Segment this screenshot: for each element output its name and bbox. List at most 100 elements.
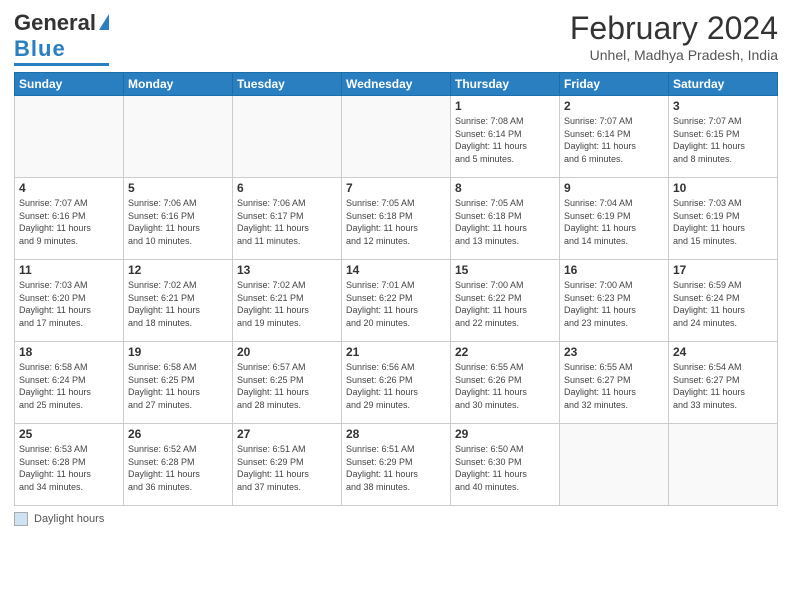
day-info: Sunrise: 7:05 AMSunset: 6:18 PMDaylight:… xyxy=(346,197,446,247)
calendar-cell: 21 Sunrise: 6:56 AMSunset: 6:26 PMDayligh… xyxy=(342,342,451,424)
daylight-box-icon xyxy=(14,512,28,526)
day-number: 25 xyxy=(19,427,119,441)
calendar-cell: 10 Sunrise: 7:03 AMSunset: 6:19 PMDayligh… xyxy=(669,178,778,260)
calendar-cell: 20 Sunrise: 6:57 AMSunset: 6:25 PMDayligh… xyxy=(233,342,342,424)
page: General Blue February 2024 Unhel, Madhya… xyxy=(0,0,792,612)
calendar-cell: 18 Sunrise: 6:58 AMSunset: 6:24 PMDayligh… xyxy=(15,342,124,424)
calendar-cell: 17Sunrise: 6:59 AMSunset: 6:24 PMDayligh… xyxy=(669,260,778,342)
calendar-cell xyxy=(560,424,669,506)
day-info: Sunrise: 7:03 AMSunset: 6:19 PMDaylight:… xyxy=(673,197,773,247)
calendar-cell: 5 Sunrise: 7:06 AMSunset: 6:16 PMDaylight… xyxy=(124,178,233,260)
day-number: 18 xyxy=(19,345,119,359)
day-info: Sunrise: 7:02 AMSunset: 6:21 PMDaylight:… xyxy=(237,279,337,329)
calendar-header-thursday: Thursday xyxy=(451,73,560,96)
location-subtitle: Unhel, Madhya Pradesh, India xyxy=(570,47,778,63)
day-number: 19 xyxy=(128,345,228,359)
day-info: Sunrise: 6:51 AMSunset: 6:29 PMDaylight:… xyxy=(237,443,337,493)
day-info: Sunrise: 7:06 AMSunset: 6:16 PMDaylight:… xyxy=(128,197,228,247)
logo-general: General xyxy=(14,10,96,36)
day-number: 2 xyxy=(564,99,664,113)
logo-triangle-icon xyxy=(99,14,109,30)
day-info: Sunrise: 7:01 AMSunset: 6:22 PMDaylight:… xyxy=(346,279,446,329)
calendar-header-friday: Friday xyxy=(560,73,669,96)
day-number: 4 xyxy=(19,181,119,195)
calendar-cell: 27 Sunrise: 6:51 AMSunset: 6:29 PMDayligh… xyxy=(233,424,342,506)
calendar-cell: 9 Sunrise: 7:04 AMSunset: 6:19 PMDaylight… xyxy=(560,178,669,260)
calendar-header-saturday: Saturday xyxy=(669,73,778,96)
day-info: Sunrise: 6:58 AMSunset: 6:24 PMDaylight:… xyxy=(19,361,119,411)
day-info: Sunrise: 6:55 AMSunset: 6:26 PMDaylight:… xyxy=(455,361,555,411)
day-info: Sunrise: 7:04 AMSunset: 6:19 PMDaylight:… xyxy=(564,197,664,247)
calendar-header-wednesday: Wednesday xyxy=(342,73,451,96)
day-info: Sunrise: 7:02 AMSunset: 6:21 PMDaylight:… xyxy=(128,279,228,329)
header: General Blue February 2024 Unhel, Madhya… xyxy=(14,10,778,66)
day-info: Sunrise: 6:50 AMSunset: 6:30 PMDaylight:… xyxy=(455,443,555,493)
day-info: Sunrise: 7:05 AMSunset: 6:18 PMDaylight:… xyxy=(455,197,555,247)
day-number: 1 xyxy=(455,99,555,113)
week-row-5: 25Sunrise: 6:53 AMSunset: 6:28 PMDayligh… xyxy=(15,424,778,506)
week-row-3: 11 Sunrise: 7:03 AMSunset: 6:20 PMDayligh… xyxy=(15,260,778,342)
calendar-cell: 29 Sunrise: 6:50 AMSunset: 6:30 PMDayligh… xyxy=(451,424,560,506)
day-info: Sunrise: 6:59 AMSunset: 6:24 PMDaylight:… xyxy=(673,279,773,329)
calendar-cell: 16 Sunrise: 7:00 AMSunset: 6:23 PMDayligh… xyxy=(560,260,669,342)
day-number: 29 xyxy=(455,427,555,441)
calendar-header-monday: Monday xyxy=(124,73,233,96)
calendar-header-sunday: Sunday xyxy=(15,73,124,96)
day-number: 13 xyxy=(237,263,337,277)
day-number: 27 xyxy=(237,427,337,441)
day-info: Sunrise: 7:06 AMSunset: 6:17 PMDaylight:… xyxy=(237,197,337,247)
calendar-cell: 15Sunrise: 7:00 AMSunset: 6:22 PMDayligh… xyxy=(451,260,560,342)
day-info: Sunrise: 7:07 AMSunset: 6:15 PMDaylight:… xyxy=(673,115,773,165)
day-number: 7 xyxy=(346,181,446,195)
calendar-cell xyxy=(15,96,124,178)
calendar-cell: 4Sunrise: 7:07 AMSunset: 6:16 PMDaylight… xyxy=(15,178,124,260)
calendar-cell: 23 Sunrise: 6:55 AMSunset: 6:27 PMDayligh… xyxy=(560,342,669,424)
calendar-cell: 2Sunrise: 7:07 AMSunset: 6:14 PMDaylight… xyxy=(560,96,669,178)
daylight-label: Daylight hours xyxy=(34,513,104,525)
day-number: 28 xyxy=(346,427,446,441)
day-number: 8 xyxy=(455,181,555,195)
footer: Daylight hours xyxy=(14,512,778,526)
day-info: Sunrise: 6:57 AMSunset: 6:25 PMDaylight:… xyxy=(237,361,337,411)
day-number: 22 xyxy=(455,345,555,359)
calendar-cell: 28Sunrise: 6:51 AMSunset: 6:29 PMDayligh… xyxy=(342,424,451,506)
calendar-cell: 14 Sunrise: 7:01 AMSunset: 6:22 PMDayligh… xyxy=(342,260,451,342)
day-info: Sunrise: 7:08 AMSunset: 6:14 PMDaylight:… xyxy=(455,115,555,165)
calendar-cell xyxy=(669,424,778,506)
calendar-cell: 22 Sunrise: 6:55 AMSunset: 6:26 PMDayligh… xyxy=(451,342,560,424)
day-number: 23 xyxy=(564,345,664,359)
day-number: 20 xyxy=(237,345,337,359)
calendar-cell: 13 Sunrise: 7:02 AMSunset: 6:21 PMDayligh… xyxy=(233,260,342,342)
day-number: 14 xyxy=(346,263,446,277)
day-number: 16 xyxy=(564,263,664,277)
calendar-cell xyxy=(342,96,451,178)
day-number: 21 xyxy=(346,345,446,359)
day-number: 3 xyxy=(673,99,773,113)
day-info: Sunrise: 6:55 AMSunset: 6:27 PMDaylight:… xyxy=(564,361,664,411)
logo: General Blue xyxy=(14,10,109,66)
day-info: Sunrise: 7:00 AMSunset: 6:23 PMDaylight:… xyxy=(564,279,664,329)
day-info: Sunrise: 6:54 AMSunset: 6:27 PMDaylight:… xyxy=(673,361,773,411)
calendar-cell: 25Sunrise: 6:53 AMSunset: 6:28 PMDayligh… xyxy=(15,424,124,506)
week-row-2: 4Sunrise: 7:07 AMSunset: 6:16 PMDaylight… xyxy=(15,178,778,260)
calendar-header-row: SundayMondayTuesdayWednesdayThursdayFrid… xyxy=(15,73,778,96)
calendar-cell xyxy=(124,96,233,178)
day-number: 9 xyxy=(564,181,664,195)
day-number: 15 xyxy=(455,263,555,277)
calendar-header-tuesday: Tuesday xyxy=(233,73,342,96)
calendar-cell: 24Sunrise: 6:54 AMSunset: 6:27 PMDayligh… xyxy=(669,342,778,424)
day-number: 10 xyxy=(673,181,773,195)
calendar-cell: 3 Sunrise: 7:07 AMSunset: 6:15 PMDaylight… xyxy=(669,96,778,178)
calendar-cell: 8 Sunrise: 7:05 AMSunset: 6:18 PMDaylight… xyxy=(451,178,560,260)
day-info: Sunrise: 7:03 AMSunset: 6:20 PMDaylight:… xyxy=(19,279,119,329)
day-number: 11 xyxy=(19,263,119,277)
calendar-cell: 26 Sunrise: 6:52 AMSunset: 6:28 PMDayligh… xyxy=(124,424,233,506)
calendar-cell xyxy=(233,96,342,178)
title-block: February 2024 Unhel, Madhya Pradesh, Ind… xyxy=(570,10,778,63)
day-number: 5 xyxy=(128,181,228,195)
day-info: Sunrise: 6:52 AMSunset: 6:28 PMDaylight:… xyxy=(128,443,228,493)
day-info: Sunrise: 6:56 AMSunset: 6:26 PMDaylight:… xyxy=(346,361,446,411)
day-number: 26 xyxy=(128,427,228,441)
week-row-4: 18 Sunrise: 6:58 AMSunset: 6:24 PMDayligh… xyxy=(15,342,778,424)
calendar-cell: 11 Sunrise: 7:03 AMSunset: 6:20 PMDayligh… xyxy=(15,260,124,342)
